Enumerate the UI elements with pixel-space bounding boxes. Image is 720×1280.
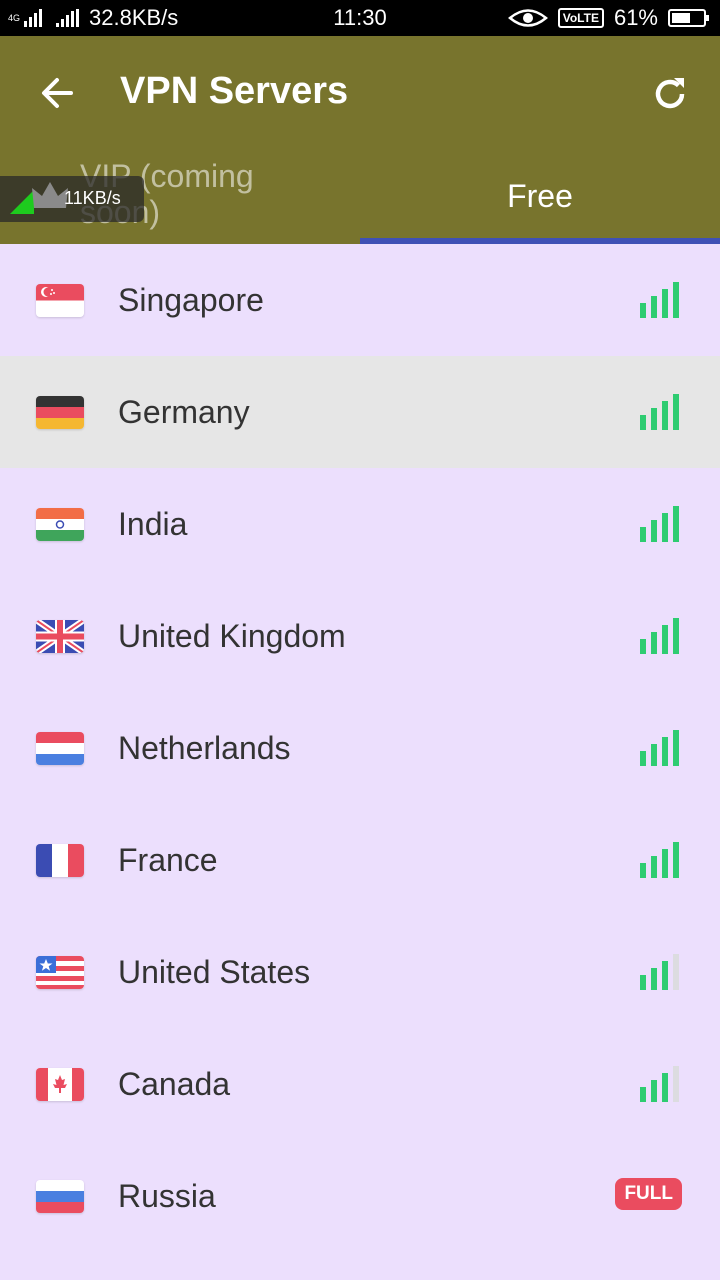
russia-flag-icon bbox=[36, 1180, 84, 1213]
signal-bar bbox=[651, 296, 657, 318]
signal-bar bbox=[651, 1080, 657, 1102]
signal-bar bbox=[640, 1087, 646, 1102]
server-row-singapore[interactable]: Singapore bbox=[0, 244, 720, 356]
server-name: Netherlands bbox=[118, 730, 291, 766]
battery-icon bbox=[668, 9, 709, 27]
signal-bar bbox=[662, 1073, 668, 1102]
signal-bar bbox=[640, 415, 646, 430]
signal-bar bbox=[640, 751, 646, 766]
netherlands-flag-icon bbox=[36, 732, 84, 765]
signal-bar bbox=[651, 968, 657, 990]
france-flag-icon bbox=[36, 844, 84, 877]
signal-bar bbox=[673, 506, 679, 542]
server-name: Singapore bbox=[118, 282, 264, 318]
signal-strength-icon bbox=[640, 730, 680, 766]
signal-bar bbox=[651, 408, 657, 430]
signal-bar bbox=[662, 289, 668, 318]
signal-bar bbox=[662, 737, 668, 766]
eye-icon bbox=[507, 9, 548, 27]
signal-strength-icon bbox=[640, 842, 680, 878]
refresh-icon bbox=[655, 78, 685, 109]
signal-strength-icon bbox=[640, 282, 680, 318]
server-row-india[interactable]: India bbox=[0, 468, 720, 580]
refresh-button[interactable] bbox=[642, 66, 698, 122]
signal-bar bbox=[640, 527, 646, 542]
germany-flag-icon bbox=[36, 396, 84, 429]
signal-bar bbox=[673, 282, 679, 318]
server-row-netherlands[interactable]: Netherlands bbox=[0, 692, 720, 804]
status-bar: 4G 32.8KB/s 11:30 VoLTE 61% bbox=[0, 0, 720, 36]
speed-widget-text: 11KB/s bbox=[64, 188, 121, 208]
signal-bar bbox=[673, 618, 679, 654]
server-row-canada[interactable]: Canada bbox=[0, 1028, 720, 1140]
server-row-germany[interactable]: Germany bbox=[0, 356, 720, 468]
signal-bar bbox=[640, 639, 646, 654]
signal-bar bbox=[673, 1066, 679, 1102]
signal-bar bbox=[662, 513, 668, 542]
server-row-united-states[interactable]: United States bbox=[0, 916, 720, 1028]
volte-badge: VoLTE bbox=[557, 8, 604, 28]
signal-bar bbox=[640, 975, 646, 990]
server-row-france[interactable]: France bbox=[0, 804, 720, 916]
signal-bar bbox=[673, 394, 679, 430]
speed-widget-overlay[interactable]: 11KB/s bbox=[0, 176, 144, 222]
arrow-back-icon bbox=[42, 78, 73, 108]
canada-flag-icon bbox=[36, 1068, 84, 1101]
full-badge: FULL bbox=[615, 1178, 682, 1210]
singapore-flag-icon bbox=[36, 284, 84, 317]
server-row-russia[interactable]: Russia FULL bbox=[0, 1140, 720, 1252]
signal-bar bbox=[640, 863, 646, 878]
signal-bar bbox=[673, 842, 679, 878]
signal-strength-icon bbox=[640, 506, 680, 542]
signal-bar bbox=[651, 632, 657, 654]
back-button[interactable] bbox=[30, 66, 84, 120]
signal-bar bbox=[662, 401, 668, 430]
signal-bar bbox=[651, 856, 657, 878]
server-name: France bbox=[118, 842, 218, 878]
signal-strength-icon bbox=[640, 954, 680, 990]
signal-bar bbox=[673, 730, 679, 766]
server-name: United States bbox=[118, 954, 311, 990]
server-row-united-kingdom[interactable]: United Kingdom bbox=[0, 580, 720, 692]
signal-strength-icon bbox=[640, 618, 680, 654]
uk-flag-icon bbox=[36, 620, 84, 653]
tab-free-label: Free bbox=[507, 178, 573, 214]
signal-strength-icon bbox=[640, 394, 680, 430]
signal-bar bbox=[662, 849, 668, 878]
signal-bar bbox=[662, 961, 668, 990]
signal-strength-icon bbox=[640, 1066, 680, 1102]
server-name: Canada bbox=[118, 1066, 231, 1102]
server-name: Germany bbox=[118, 394, 250, 430]
india-flag-icon bbox=[36, 508, 84, 541]
signal-bar bbox=[673, 954, 679, 990]
signal-bar bbox=[662, 625, 668, 654]
usa-flag-icon bbox=[36, 956, 84, 989]
signal-bar bbox=[651, 520, 657, 542]
server-name: India bbox=[118, 506, 188, 542]
tab-free[interactable]: Free bbox=[360, 156, 720, 244]
page-title: VPN Servers bbox=[120, 70, 349, 112]
signal-bar bbox=[651, 744, 657, 766]
server-list: Singapore Germany India United Kingdom Nethe… bbox=[0, 244, 720, 1280]
server-name: United Kingdom bbox=[118, 618, 346, 654]
server-name: Russia bbox=[118, 1178, 216, 1214]
battery-percent: 61% bbox=[613, 5, 658, 30]
signal-bar bbox=[640, 303, 646, 318]
